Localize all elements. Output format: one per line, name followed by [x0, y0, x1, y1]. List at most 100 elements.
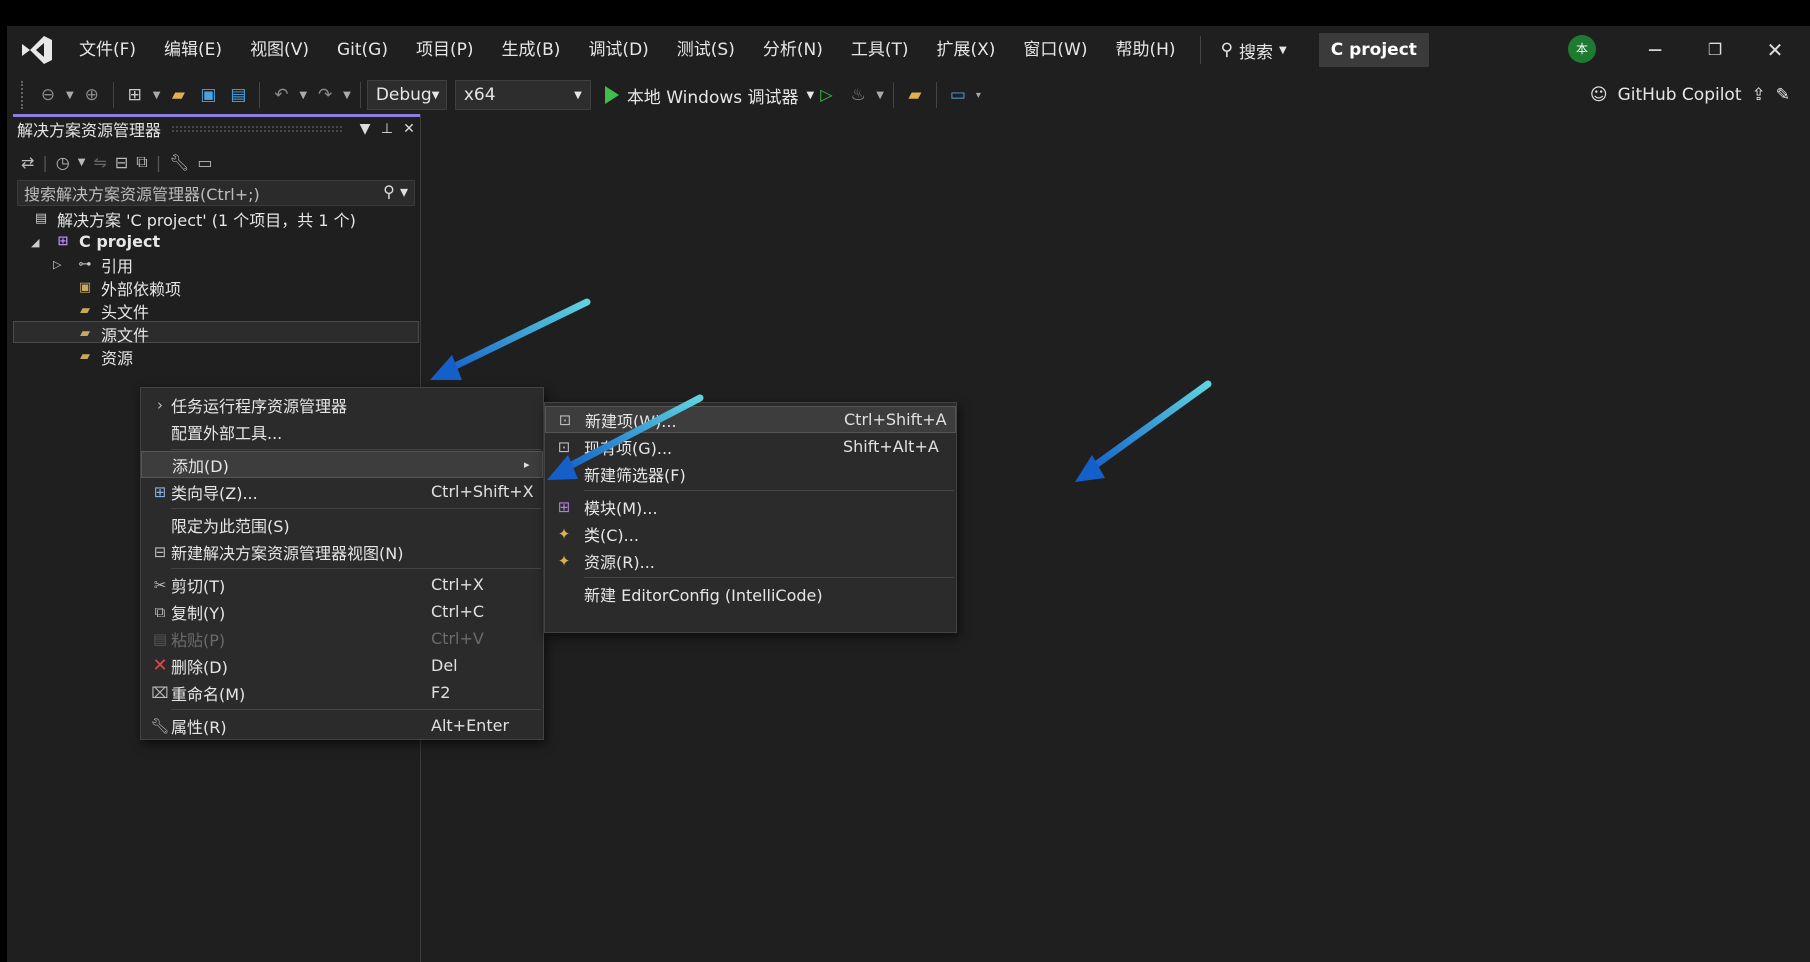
title-grip[interactable] — [171, 124, 344, 133]
navigate-back-icon[interactable]: ⊖ — [36, 83, 60, 107]
menu-item-editorconfig[interactable]: 新建 EditorConfig (IntelliCode) — [545, 580, 956, 607]
menu-item-class-wizard[interactable]: ⊞ 类向导(Z)... Ctrl+Shift+X — [141, 478, 543, 505]
menu-item-new-view[interactable]: ⊟ 新建解决方案资源管理器视图(N) — [141, 538, 543, 565]
pending-changes-icon[interactable]: ◷ — [56, 153, 70, 172]
menu-edit[interactable]: 编辑(E) — [150, 33, 236, 67]
tree-resource-files[interactable]: ▰ 资源 — [75, 345, 133, 368]
menu-item-existing-item[interactable]: ⊡ 现有项(G)... Shift+Alt+A — [545, 433, 956, 460]
open-folder-icon[interactable]: ▰ — [166, 83, 190, 107]
save-all-icon[interactable]: ▤ — [226, 83, 250, 107]
paste-icon: ▤ — [152, 629, 168, 648]
visual-studio-logo-icon[interactable] — [20, 34, 54, 66]
new-filter-icon: ▰ — [558, 464, 570, 483]
start-without-debugging-icon[interactable]: ▷ — [820, 86, 836, 104]
tree-solution[interactable]: ▤ 解决方案 'C project' (1 个项目，共 1 个) — [31, 207, 356, 230]
preview-icon[interactable]: ▭ — [197, 153, 212, 172]
new-project-icon[interactable]: ⊞ — [123, 83, 147, 107]
chevron-down-icon[interactable]: ▼ — [876, 90, 884, 101]
menu-item-scope[interactable]: 限定为此范围(S) — [141, 511, 543, 538]
platform-value: x64 — [463, 85, 496, 105]
configuration-dropdown[interactable]: Debug ▼ — [366, 80, 447, 110]
menu-build[interactable]: 生成(B) — [488, 33, 575, 67]
chevron-down-icon[interactable]: ▼ — [354, 121, 376, 137]
search-icon[interactable]: ⚲ ▾ — [383, 182, 408, 201]
menu-item-new-filter[interactable]: ▰ 新建筛选器(F) — [545, 460, 956, 487]
menu-item-external-tools[interactable]: 配置外部工具... — [141, 418, 543, 445]
menu-item-resource[interactable]: ✦ 资源(R)... — [545, 547, 956, 574]
menu-item-add[interactable]: 添加(D) ▸ — [141, 451, 543, 478]
menu-shortcut: Del — [431, 656, 458, 675]
show-all-files-icon[interactable]: ⧉ — [136, 152, 147, 172]
chevron-down-icon[interactable]: ▼ — [78, 157, 86, 168]
menu-debug[interactable]: 调试(D) — [574, 33, 662, 67]
close-window-button[interactable]: ✕ — [1755, 34, 1795, 66]
menu-label: 剪切(T) — [171, 576, 226, 596]
minimize-button[interactable]: ─ — [1635, 34, 1675, 66]
menu-item-delete[interactable]: ✕ 删除(D) Del — [141, 652, 543, 679]
menu-item-module[interactable]: ⊞ 模块(M)... — [545, 493, 956, 520]
restore-button[interactable]: ❐ — [1695, 34, 1735, 66]
menu-help[interactable]: 帮助(H) — [1102, 33, 1190, 67]
start-debugging-button[interactable]: 本地 Windows 调试器 ▼ — [599, 83, 820, 108]
existing-item-icon: ⊡ — [557, 437, 571, 456]
share-icon[interactable]: ⇪ — [1752, 85, 1766, 105]
collapsed-arrow-icon[interactable]: ▷ — [53, 258, 61, 271]
menu-file[interactable]: 文件(F) — [65, 33, 150, 67]
tree-source-files[interactable]: ▰ 源文件 — [75, 322, 149, 345]
window-layout-icon[interactable]: ▭ — [946, 83, 970, 107]
close-icon[interactable]: ✕ — [398, 121, 420, 137]
hot-reload-icon[interactable]: ♨ — [846, 83, 870, 107]
chevron-down-icon[interactable]: ▼ — [343, 90, 351, 101]
menu-label: 现有项(G)... — [584, 438, 673, 458]
properties-icon[interactable]: 🔧︎ — [169, 153, 189, 172]
menu-label: 粘贴(P) — [171, 630, 226, 650]
chevron-down-icon[interactable]: ▼ — [153, 90, 161, 101]
menu-shortcut: Shift+Alt+A — [843, 437, 939, 456]
menu-test[interactable]: 测试(S) — [663, 33, 749, 67]
menu-item-rename[interactable]: ⌧ 重命名(M) F2 — [141, 679, 543, 706]
platform-dropdown[interactable]: x64 ▼ — [454, 80, 591, 110]
collapse-all-icon[interactable]: ⊟ — [115, 153, 128, 172]
switch-views-icon[interactable]: ⇄ — [21, 153, 34, 172]
menu-item-properties[interactable]: 🔧︎ 属性(R) Alt+Enter — [141, 712, 543, 739]
user-avatar[interactable]: 本 — [1568, 35, 1596, 63]
copilot-icon[interactable]: ☺ — [1590, 85, 1608, 105]
menu-view[interactable]: 视图(V) — [236, 33, 323, 67]
toolbar-grip[interactable] — [21, 81, 25, 109]
tree-solution-label: 解决方案 'C project' (1 个项目，共 1 个) — [57, 210, 356, 230]
sync-icon[interactable]: ⇋ — [93, 153, 106, 172]
chevron-down-icon[interactable]: ▼ — [299, 90, 307, 101]
tree-external-deps[interactable]: ▣ 外部依赖项 — [75, 276, 181, 299]
tree-header-files[interactable]: ▰ 头文件 — [75, 299, 149, 322]
vs-window: 文件(F) 编辑(E) 视图(V) Git(G) 项目(P) 生成(B) 调试(… — [7, 26, 1810, 962]
new-view-icon: ⊟ — [153, 542, 167, 561]
solution-explorer-search-input[interactable]: 搜索解决方案资源管理器(Ctrl+;) ⚲ ▾ — [17, 180, 415, 206]
feedback-icon[interactable]: ✎ — [1776, 85, 1790, 105]
expanded-arrow-icon[interactable]: ◢ — [31, 236, 39, 249]
tree-references[interactable]: ⊶ 引用 — [75, 253, 134, 276]
search-button[interactable]: ⚲ 搜索 ▼ — [1211, 38, 1297, 63]
chevron-down-icon[interactable]: ▼ — [66, 90, 74, 101]
pin-icon[interactable]: ⊥ — [376, 121, 398, 137]
undo-icon[interactable]: ↶ — [269, 83, 293, 107]
navigate-forward-icon[interactable]: ⊕ — [80, 83, 104, 107]
save-icon[interactable]: ▣ — [196, 83, 220, 107]
menu-tools[interactable]: 工具(T) — [837, 33, 923, 67]
redo-icon[interactable]: ↷ — [313, 83, 337, 107]
menu-separator — [171, 709, 541, 710]
toolbar-overflow-icon[interactable]: ▾ — [976, 90, 981, 101]
menu-git[interactable]: Git(G) — [323, 33, 402, 67]
menu-item-task-runner[interactable]: › 任务运行程序资源管理器 — [141, 391, 543, 418]
menu-item-copy[interactable]: ⧉ 复制(Y) Ctrl+C — [141, 598, 543, 625]
browse-folder-icon[interactable]: ▰ — [903, 83, 927, 107]
menu-label: 任务运行程序资源管理器 — [171, 396, 348, 416]
menu-item-cut[interactable]: ✂ 剪切(T) Ctrl+X — [141, 571, 543, 598]
tree-project[interactable]: ⊞ C project — [53, 230, 161, 253]
copilot-label[interactable]: GitHub Copilot — [1618, 85, 1742, 105]
menu-item-new-item[interactable]: ⊡ 新建项(W)... Ctrl+Shift+A — [545, 406, 956, 433]
menu-item-class[interactable]: ✦ 类(C)... — [545, 520, 956, 547]
menu-extensions[interactable]: 扩展(X) — [923, 33, 1010, 67]
menu-project[interactable]: 项目(P) — [402, 33, 488, 67]
menu-window[interactable]: 窗口(W) — [1009, 33, 1101, 67]
menu-analyze[interactable]: 分析(N) — [749, 33, 837, 67]
